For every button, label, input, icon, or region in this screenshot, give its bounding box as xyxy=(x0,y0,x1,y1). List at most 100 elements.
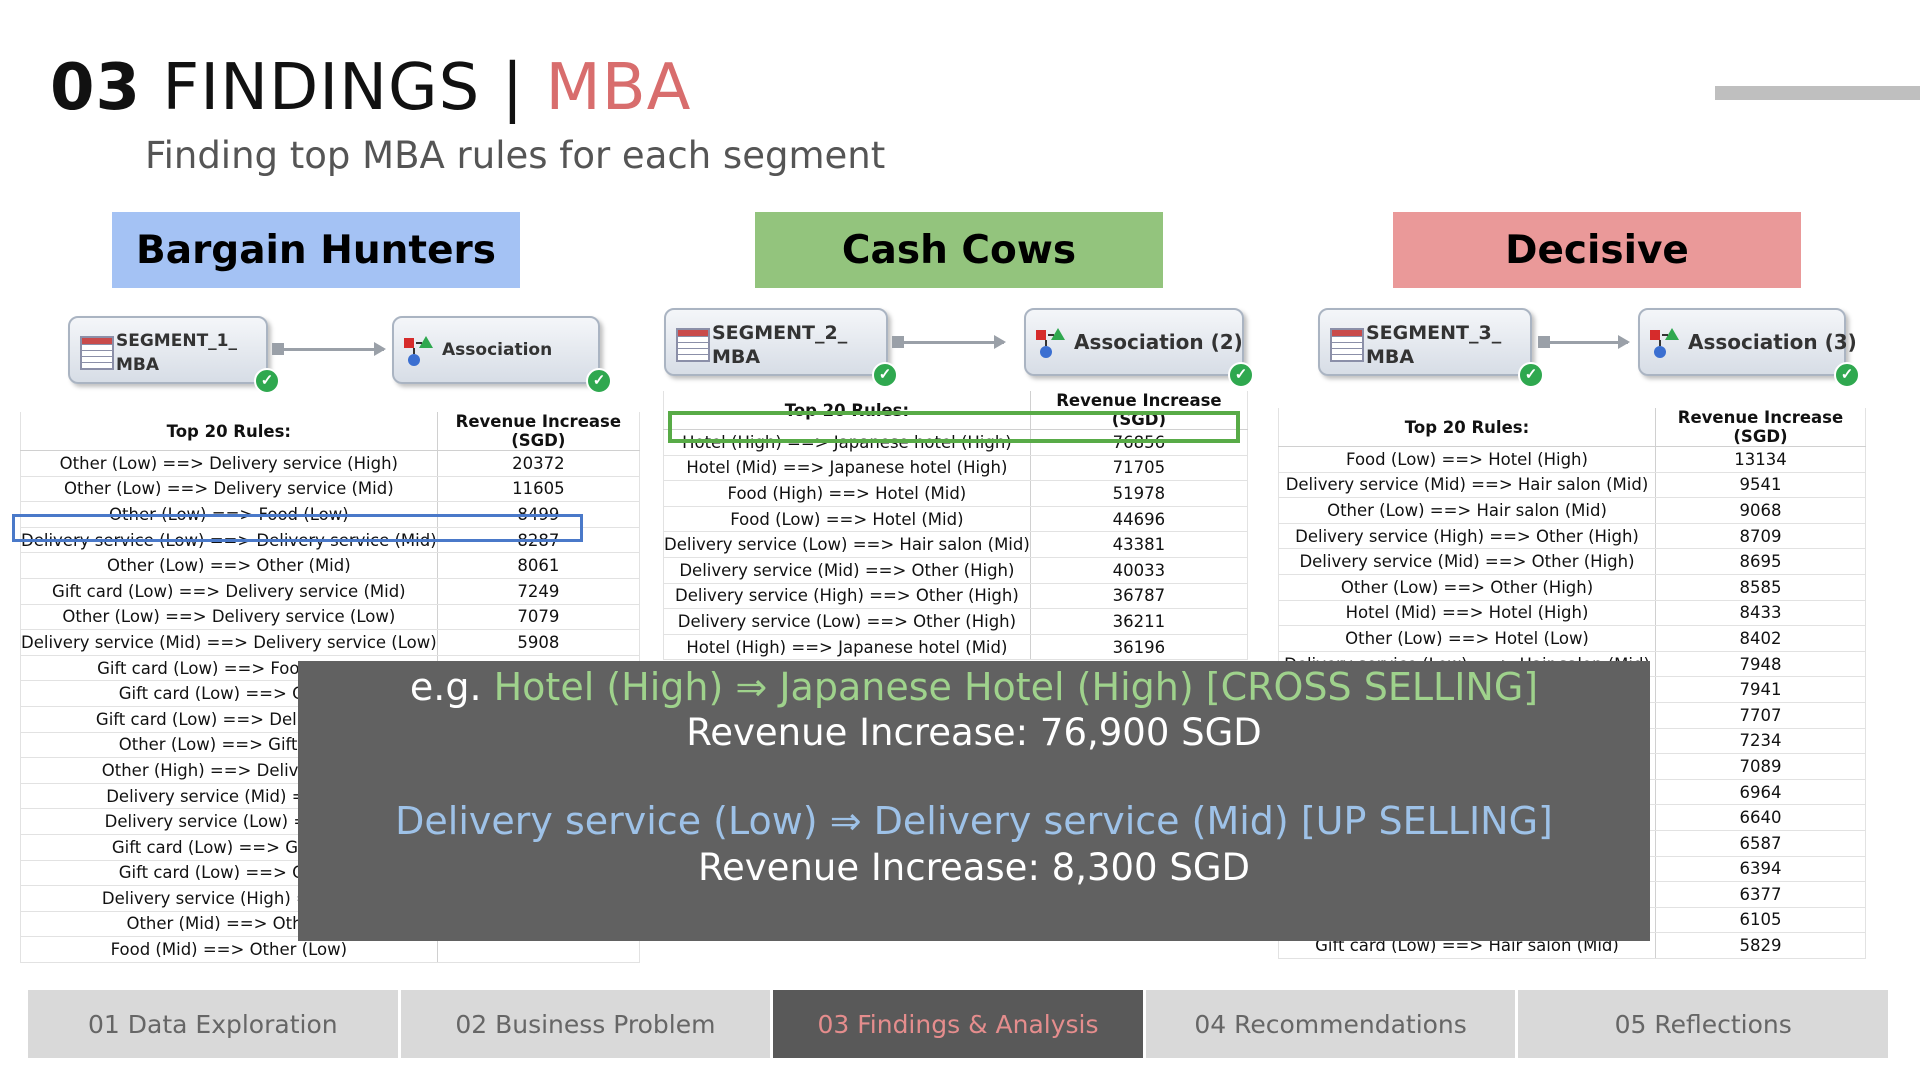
association-node[interactable]: Association xyxy=(392,316,600,384)
decorative-bar xyxy=(1715,86,1920,100)
rule-cell: Other (Low) ==> Other (Mid) xyxy=(20,552,438,579)
success-check-icon: ✓ xyxy=(1834,362,1860,388)
success-check-icon: ✓ xyxy=(1228,362,1254,388)
table-row: Delivery service (Mid) ==> Other (High) 4… xyxy=(663,557,1248,584)
tab-findings-analysis[interactable]: 03 Findings & Analysis xyxy=(773,990,1143,1058)
segment-header-cash-cows: Cash Cows xyxy=(755,212,1163,288)
title-number: 03 xyxy=(50,51,142,125)
segment-3-mba-node[interactable]: SEGMENT_3_ MBA xyxy=(1318,308,1532,376)
success-check-icon: ✓ xyxy=(1518,362,1544,388)
revenue-cell: 8695 xyxy=(1655,548,1866,575)
revenue-cell: 6394 xyxy=(1655,856,1866,883)
segment-header-decisive: Decisive xyxy=(1393,212,1801,288)
tab-recommendations[interactable]: 04 Recommendations xyxy=(1145,990,1516,1058)
rule-cell: Delivery service (High) ==> Other (High) xyxy=(663,583,1031,610)
rule-cell: Gift card (Low) ==> Delivery service (Mi… xyxy=(20,578,438,605)
success-check-icon: ✓ xyxy=(254,368,280,394)
table-row: Hotel (Mid) ==> Hotel (High) 8433 xyxy=(1278,600,1866,627)
revenue-cell: 9068 xyxy=(1655,497,1866,524)
slide-subtitle: Finding top MBA rules for each segment xyxy=(145,134,886,177)
revenue-cell: 7249 xyxy=(436,578,640,605)
title-separator: | xyxy=(501,51,525,125)
table-row: Other (Low) ==> Delivery service (Low) 70… xyxy=(20,604,640,631)
revenue-cell: 36211 xyxy=(1029,608,1248,635)
association-node-label: Association xyxy=(442,340,553,360)
revenue-cell: 36787 xyxy=(1029,583,1248,610)
callout-up-selling: Delivery service (Low) ⇒ Delivery servic… xyxy=(395,799,1553,843)
revenue-cell: 6640 xyxy=(1655,804,1866,831)
callout-cross-selling: Hotel (High) ⇒ Japanese Hotel (High) [CR… xyxy=(493,665,1539,709)
rule-cell: Delivery service (High) ==> Other (High) xyxy=(1278,523,1656,550)
revenue-cell: 36196 xyxy=(1029,634,1248,661)
success-check-icon: ✓ xyxy=(586,368,612,394)
table-icon xyxy=(1330,328,1364,362)
table-header-row: Top 20 Rules: Revenue Increase (SGD) xyxy=(1278,408,1866,447)
column-header-rules: Top 20 Rules: xyxy=(1278,408,1656,447)
table-row: Delivery service (Mid) ==> Delivery serv… xyxy=(20,629,640,656)
revenue-cell: 9541 xyxy=(1655,472,1866,499)
association-2-node[interactable]: Association (2) xyxy=(1024,308,1244,376)
table-row: Other (Low) ==> Other (High) 8585 xyxy=(1278,574,1866,601)
segment-1-mba-node[interactable]: SEGMENT_1_ MBA xyxy=(68,316,268,384)
table-row: Other (Low) ==> Other (Mid) 8061 xyxy=(20,552,640,579)
rule-cell: Food (Low) ==> Hotel (High) xyxy=(1278,446,1656,473)
revenue-cell: 7948 xyxy=(1655,651,1866,678)
callout-revenue-2: Revenue Increase: 8,300 SGD xyxy=(697,846,1251,889)
revenue-cell: 7079 xyxy=(436,604,640,631)
column-header-rules: Top 20 Rules: xyxy=(20,412,438,451)
revenue-cell: 6105 xyxy=(1655,907,1866,934)
rule-cell: Delivery service (Mid) ==> Delivery serv… xyxy=(20,629,438,656)
tab-data-exploration[interactable]: 01 Data Exploration xyxy=(28,990,398,1058)
revenue-cell: 6377 xyxy=(1655,881,1866,908)
revenue-cell: 43381 xyxy=(1029,531,1248,558)
flow-connector xyxy=(1538,335,1630,349)
table-row: Food (Low) ==> Hotel (High) 13134 xyxy=(1278,446,1866,473)
rule-cell: Food (Low) ==> Hotel (Mid) xyxy=(663,506,1031,533)
title-main: FINDINGS xyxy=(162,51,481,125)
association-icon xyxy=(404,336,433,366)
revenue-cell: 7089 xyxy=(1655,753,1866,780)
table-header-row: Top 20 Rules: Revenue Increase (SGD) xyxy=(20,412,640,451)
revenue-cell: 51978 xyxy=(1029,480,1248,507)
table-row: Hotel (High) ==> Japanese hotel (Mid) 361… xyxy=(663,634,1248,661)
table-row: Delivery service (High) ==> Other (High)… xyxy=(1278,523,1866,550)
revenue-cell: 8402 xyxy=(1655,625,1866,652)
tab-reflections[interactable]: 05 Reflections xyxy=(1518,990,1888,1058)
association-3-node[interactable]: Association (3) xyxy=(1638,308,1857,376)
table-row: Other (Low) ==> Delivery service (Mid) 11… xyxy=(20,476,640,503)
table-row: Delivery service (Low) ==> Hair salon (M… xyxy=(663,531,1248,558)
table-row: Delivery service (High) ==> Other (High)… xyxy=(663,583,1248,610)
segment-1-mba-node-label: SEGMENT_1_ MBA xyxy=(116,331,237,375)
tab-business-problem[interactable]: 02 Business Problem xyxy=(400,990,771,1058)
revenue-cell: 11605 xyxy=(436,476,640,503)
rule-cell: Delivery service (Low) ==> Hair salon (M… xyxy=(663,531,1031,558)
revenue-cell: 7941 xyxy=(1655,676,1866,703)
table-row: Other (Low) ==> Hair salon (Mid) 9068 xyxy=(1278,497,1866,524)
example-callout: e.g. Hotel (High) ⇒ Japanese Hotel (High… xyxy=(298,661,1650,941)
table-row: Delivery service (Mid) ==> Other (High) 8… xyxy=(1278,548,1866,575)
table-row: Delivery service (Low) ==> Other (High) 3… xyxy=(663,608,1248,635)
rule-cell: Delivery service (Low) ==> Other (High) xyxy=(663,608,1031,635)
table-row: Food (Low) ==> Hotel (Mid) 44696 xyxy=(663,506,1248,533)
revenue-cell: 8433 xyxy=(1655,600,1866,627)
column-header-revenue: Revenue Increase (SGD) xyxy=(1655,408,1866,447)
rule-cell: Delivery service (Mid) ==> Hair salon (M… xyxy=(1278,472,1656,499)
association-2-node-label: Association (2) xyxy=(1074,330,1243,354)
rule-cell: Other (Low) ==> Delivery service (Low) xyxy=(20,604,438,631)
table-row: Hotel (Mid) ==> Japanese hotel (High) 717… xyxy=(663,455,1248,482)
table-row: Other (Low) ==> Delivery service (High) 2… xyxy=(20,450,640,477)
rule-cell: Other (Low) ==> Delivery service (Mid) xyxy=(20,476,438,503)
callout-prefix: e.g. xyxy=(409,665,494,709)
revenue-cell: 5908 xyxy=(436,629,640,656)
table-row: Other (Low) ==> Hotel (Low) 8402 xyxy=(1278,625,1866,652)
association-icon xyxy=(1650,328,1679,358)
rule-cell: Hotel (Mid) ==> Japanese hotel (High) xyxy=(663,455,1031,482)
table-row: Gift card (Low) ==> Delivery service (Mi… xyxy=(20,578,640,605)
highlight-upselling-row xyxy=(12,514,583,542)
segment-header-bargain-hunters: Bargain Hunters xyxy=(112,212,520,288)
rule-cell: Hotel (High) ==> Japanese hotel (Mid) xyxy=(663,634,1031,661)
segment-2-mba-node[interactable]: SEGMENT_2_ MBA xyxy=(664,308,888,376)
callout-revenue-1: Revenue Increase: 76,900 SGD xyxy=(686,711,1262,754)
highlight-crossselling-row xyxy=(668,411,1240,443)
revenue-cell: 20372 xyxy=(436,450,640,477)
